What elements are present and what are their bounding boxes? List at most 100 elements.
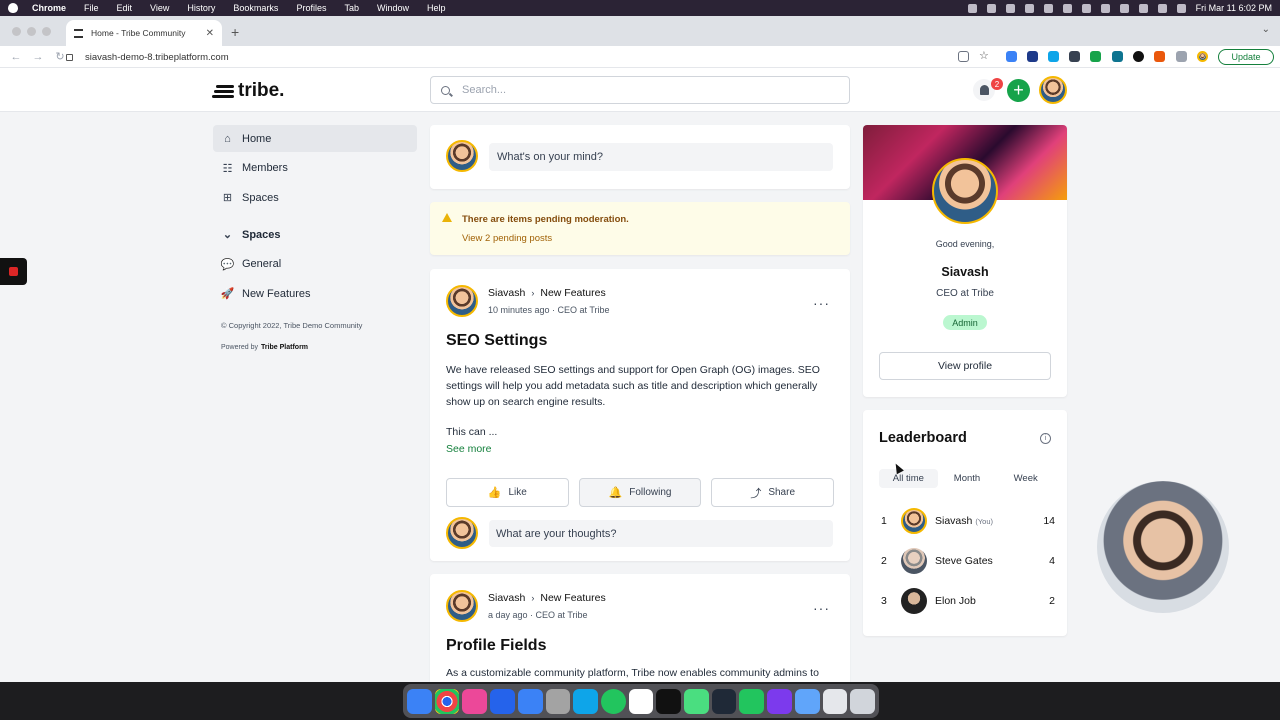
share-button[interactable]: ⤴ Share	[711, 478, 835, 507]
puzzle-icon[interactable]	[1176, 51, 1187, 62]
volume-icon[interactable]	[1043, 3, 1053, 13]
spotify-icon[interactable]	[600, 688, 626, 714]
app-icon[interactable]	[767, 688, 792, 714]
menu-history[interactable]: History	[187, 3, 215, 13]
tab-week[interactable]: Week	[996, 469, 1055, 488]
menu-edit[interactable]: Edit	[117, 3, 133, 13]
leaderboard-row[interactable]: 1 Siavash (You) 14	[879, 507, 1055, 535]
bookmark-star-icon[interactable]: ☆	[979, 51, 990, 62]
notion-icon[interactable]	[628, 688, 654, 714]
app-icon[interactable]	[545, 688, 571, 714]
menu-tab[interactable]: Tab	[344, 3, 359, 13]
create-post-button[interactable]: +	[1007, 79, 1030, 102]
tray-icon[interactable]	[1100, 3, 1110, 13]
sidebar-item-general[interactable]: 💬 General	[213, 251, 417, 278]
space-name[interactable]: New Features	[540, 287, 605, 299]
wifi-icon[interactable]	[1138, 3, 1148, 13]
minimize-window-button[interactable]	[27, 27, 36, 36]
leaderboard-row[interactable]: 3 Elon Job 2	[879, 587, 1055, 615]
leaderboard-row[interactable]: 2 Steve Gates 4	[879, 547, 1055, 575]
tray-icon[interactable]	[986, 3, 996, 13]
powered-by[interactable]: Powered by Tribe Platform	[213, 344, 417, 351]
extension-icon[interactable]	[1133, 51, 1144, 62]
tab-all-time[interactable]: All time	[879, 469, 938, 488]
control-center-icon[interactable]	[1176, 3, 1186, 13]
sidebar-item-new-features[interactable]: 🚀 New Features	[213, 280, 417, 307]
zoom-icon[interactable]	[517, 688, 543, 714]
author-avatar[interactable]	[446, 590, 478, 622]
chrome-icon[interactable]	[434, 688, 460, 714]
like-button[interactable]: 👍 Like	[446, 478, 569, 507]
menu-help[interactable]: Help	[427, 3, 446, 13]
spaces-section-toggle[interactable]: ⌄ Spaces	[213, 221, 417, 248]
following-button[interactable]: 🔔 Following	[578, 478, 702, 507]
author-avatar[interactable]	[446, 285, 478, 317]
extension-icon[interactable]	[1090, 51, 1101, 62]
whatsapp-icon[interactable]	[739, 688, 765, 714]
menu-chrome[interactable]: Chrome	[32, 3, 66, 13]
app-icon[interactable]	[656, 688, 682, 714]
reload-icon[interactable]: ↻	[54, 50, 66, 63]
recording-indicator[interactable]	[0, 258, 27, 285]
sidebar-item-members[interactable]: ☷ Members	[213, 155, 417, 182]
new-tab-icon[interactable]: +	[231, 24, 239, 40]
sidebar-item-home[interactable]: ⌂ Home	[213, 125, 417, 152]
address-bar[interactable]: siavash-demo-8.tribeplatform.com	[66, 49, 229, 66]
tribe-logo[interactable]: tribe.	[212, 80, 284, 102]
close-window-button[interactable]	[12, 27, 21, 36]
search-input[interactable]: Search...	[430, 76, 850, 104]
menu-clock[interactable]: Fri Mar 11 6:02 PM	[1196, 3, 1272, 13]
sidebar-item-spaces[interactable]: ⊞ Spaces	[213, 184, 417, 211]
forward-icon[interactable]: →	[32, 51, 44, 63]
share-page-icon[interactable]	[958, 51, 969, 62]
zoom-window-button[interactable]	[42, 27, 51, 36]
extension-icon[interactable]	[1006, 51, 1017, 62]
tab-month[interactable]: Month	[938, 469, 997, 488]
tray-icon[interactable]	[1081, 3, 1091, 13]
folder-icon[interactable]	[794, 688, 820, 714]
more-options-icon[interactable]: ···	[813, 600, 830, 616]
post-title[interactable]: Profile Fields	[446, 637, 546, 655]
finder-icon[interactable]	[407, 688, 432, 714]
menu-view[interactable]: View	[150, 3, 169, 13]
app-icon[interactable]	[822, 688, 848, 714]
menu-file[interactable]: File	[84, 3, 99, 13]
search-icon[interactable]	[1157, 3, 1167, 13]
trash-icon[interactable]	[850, 688, 875, 714]
composer-input[interactable]: What's on your mind?	[489, 143, 833, 171]
space-name[interactable]: New Features	[540, 592, 605, 604]
back-icon[interactable]: ←	[10, 51, 22, 63]
profile-avatar[interactable]	[932, 158, 998, 224]
see-more-link[interactable]: See more	[446, 443, 492, 455]
metamask-icon[interactable]	[1154, 51, 1165, 62]
tab-search-icon[interactable]: ⌄	[1262, 24, 1270, 35]
author-name[interactable]: Siavash	[488, 287, 525, 299]
author-name[interactable]: Siavash	[488, 592, 525, 604]
extension-icon[interactable]	[1027, 51, 1038, 62]
user-avatar[interactable]	[1039, 76, 1067, 104]
battery-icon[interactable]	[1119, 3, 1129, 13]
browser-tab[interactable]: Home - Tribe Community ✕	[66, 20, 222, 46]
tray-icon[interactable]	[1005, 3, 1015, 13]
view-profile-button[interactable]: View profile	[879, 352, 1051, 380]
profile-name[interactable]: Siavash	[863, 265, 1067, 279]
app-icon[interactable]	[462, 688, 488, 714]
messages-icon[interactable]	[684, 688, 709, 714]
menu-bookmarks[interactable]: Bookmarks	[233, 3, 278, 13]
info-icon[interactable]: i	[1040, 433, 1051, 444]
menu-window[interactable]: Window	[377, 3, 409, 13]
tray-icon[interactable]	[967, 3, 977, 13]
more-options-icon[interactable]: ···	[813, 295, 830, 311]
extension-icon[interactable]	[1112, 51, 1123, 62]
apple-icon[interactable]	[8, 3, 18, 13]
view-pending-posts-link[interactable]: View 2 pending posts	[462, 233, 552, 244]
post-title[interactable]: SEO Settings	[446, 332, 547, 350]
reply-input[interactable]: What are your thoughts?	[489, 520, 833, 547]
vscode-icon[interactable]	[490, 688, 515, 714]
app-icon[interactable]	[573, 688, 598, 714]
update-button[interactable]: Update	[1218, 49, 1274, 65]
profile-avatar-icon[interactable]	[1197, 51, 1208, 62]
menu-profiles[interactable]: Profiles	[296, 3, 326, 13]
tray-icon[interactable]	[1024, 3, 1034, 13]
close-tab-icon[interactable]: ✕	[206, 28, 214, 39]
